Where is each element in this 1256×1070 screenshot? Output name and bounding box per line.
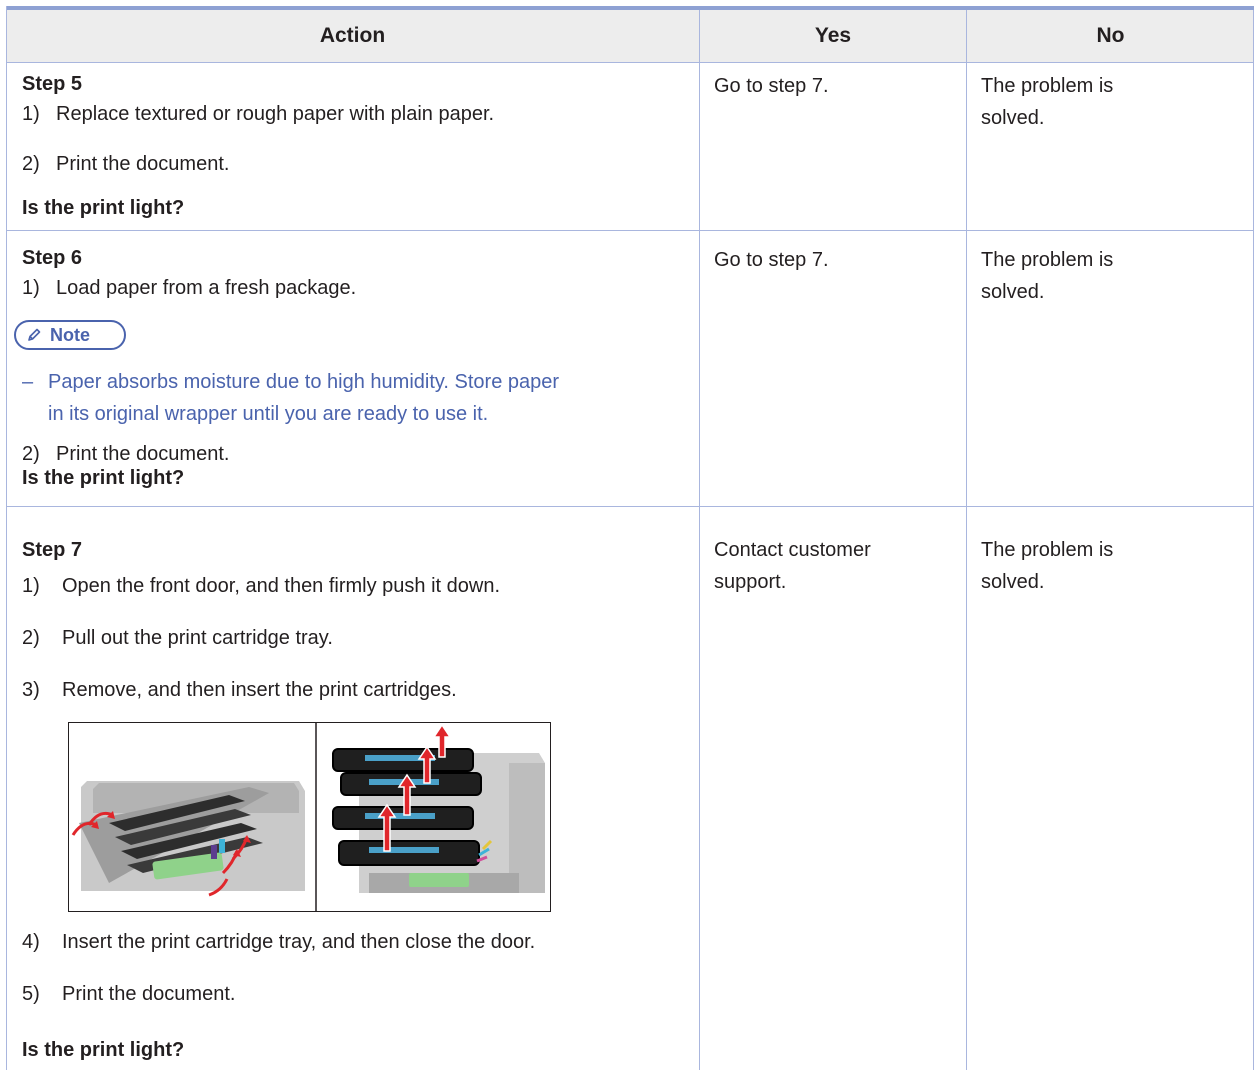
step-number: 4) <box>22 931 40 953</box>
header-action: Action <box>6 10 699 62</box>
header-yes: Yes <box>700 10 966 62</box>
step-question: Is the print light? <box>22 467 185 489</box>
pencil-icon <box>28 328 41 341</box>
step-instruction: Pull out the print cartridge tray. <box>62 627 333 649</box>
yes-action: Go to step 7. <box>714 75 829 97</box>
row-divider <box>6 230 1254 231</box>
note-text-line: Paper absorbs moisture due to high humid… <box>48 371 560 393</box>
printer-tray-illustration <box>71 781 305 897</box>
step-instruction: Remove, and then insert the print cartri… <box>62 679 457 701</box>
step-number: 2) <box>22 627 40 649</box>
no-action-line: The problem is <box>981 75 1114 97</box>
tray-handle <box>409 873 469 887</box>
row-divider <box>6 506 1254 507</box>
no-action-line: The problem is <box>981 249 1114 271</box>
troubleshooting-table: Action Yes No Step 5 1) Replace textured… <box>6 6 1254 1070</box>
step-question: Is the print light? <box>22 1039 185 1061</box>
header-no-label: No <box>1096 24 1125 47</box>
note-badge: Note <box>14 320 126 350</box>
header-action-label: Action <box>319 24 386 47</box>
yes-action: Go to step 7. <box>714 249 829 271</box>
step-instruction: Load paper from a fresh package. <box>56 277 357 299</box>
column-divider <box>966 10 967 1070</box>
note-text-line: in its original wrapper until you are re… <box>48 403 489 425</box>
table-left-border <box>6 6 7 1070</box>
step-number: 1) <box>22 103 40 125</box>
note-label: Note <box>50 324 90 345</box>
row-divider <box>6 62 1254 63</box>
cartridge-illustration-svg <box>71 723 545 911</box>
column-divider <box>699 10 700 1070</box>
header-yes-label: Yes <box>814 24 852 47</box>
cartridge-illustration <box>68 722 551 912</box>
no-action-line: solved. <box>981 107 1045 129</box>
yes-action-line: support. <box>714 571 787 593</box>
step-number: 3) <box>22 679 40 701</box>
step-instruction: Open the front door, and then firmly pus… <box>62 575 501 597</box>
step-title: Step 7 <box>22 539 83 561</box>
no-action-line: solved. <box>981 281 1045 303</box>
cartridge-lift-illustration <box>332 723 545 893</box>
note-bullet: – <box>22 371 34 393</box>
header-no: No <box>967 10 1254 62</box>
table-right-border <box>1253 10 1254 1070</box>
step-title: Step 6 <box>22 247 83 269</box>
step-number: 5) <box>22 983 40 1005</box>
step-title: Step 5 <box>22 73 83 95</box>
step-instruction: Replace textured or rough paper with pla… <box>56 103 495 125</box>
step-instruction: Print the document. <box>62 983 236 1005</box>
step-number: 1) <box>22 277 40 299</box>
no-action-line: The problem is <box>981 539 1114 561</box>
step-number: 1) <box>22 575 40 597</box>
step-number: 2) <box>22 153 40 175</box>
step-instruction: Insert the print cartridge tray, and the… <box>62 931 536 953</box>
no-action-line: solved. <box>981 571 1045 593</box>
step-instruction: Print the document. <box>56 153 230 175</box>
step-question: Is the print light? <box>22 197 185 219</box>
yes-action-line: Contact customer <box>714 539 871 561</box>
